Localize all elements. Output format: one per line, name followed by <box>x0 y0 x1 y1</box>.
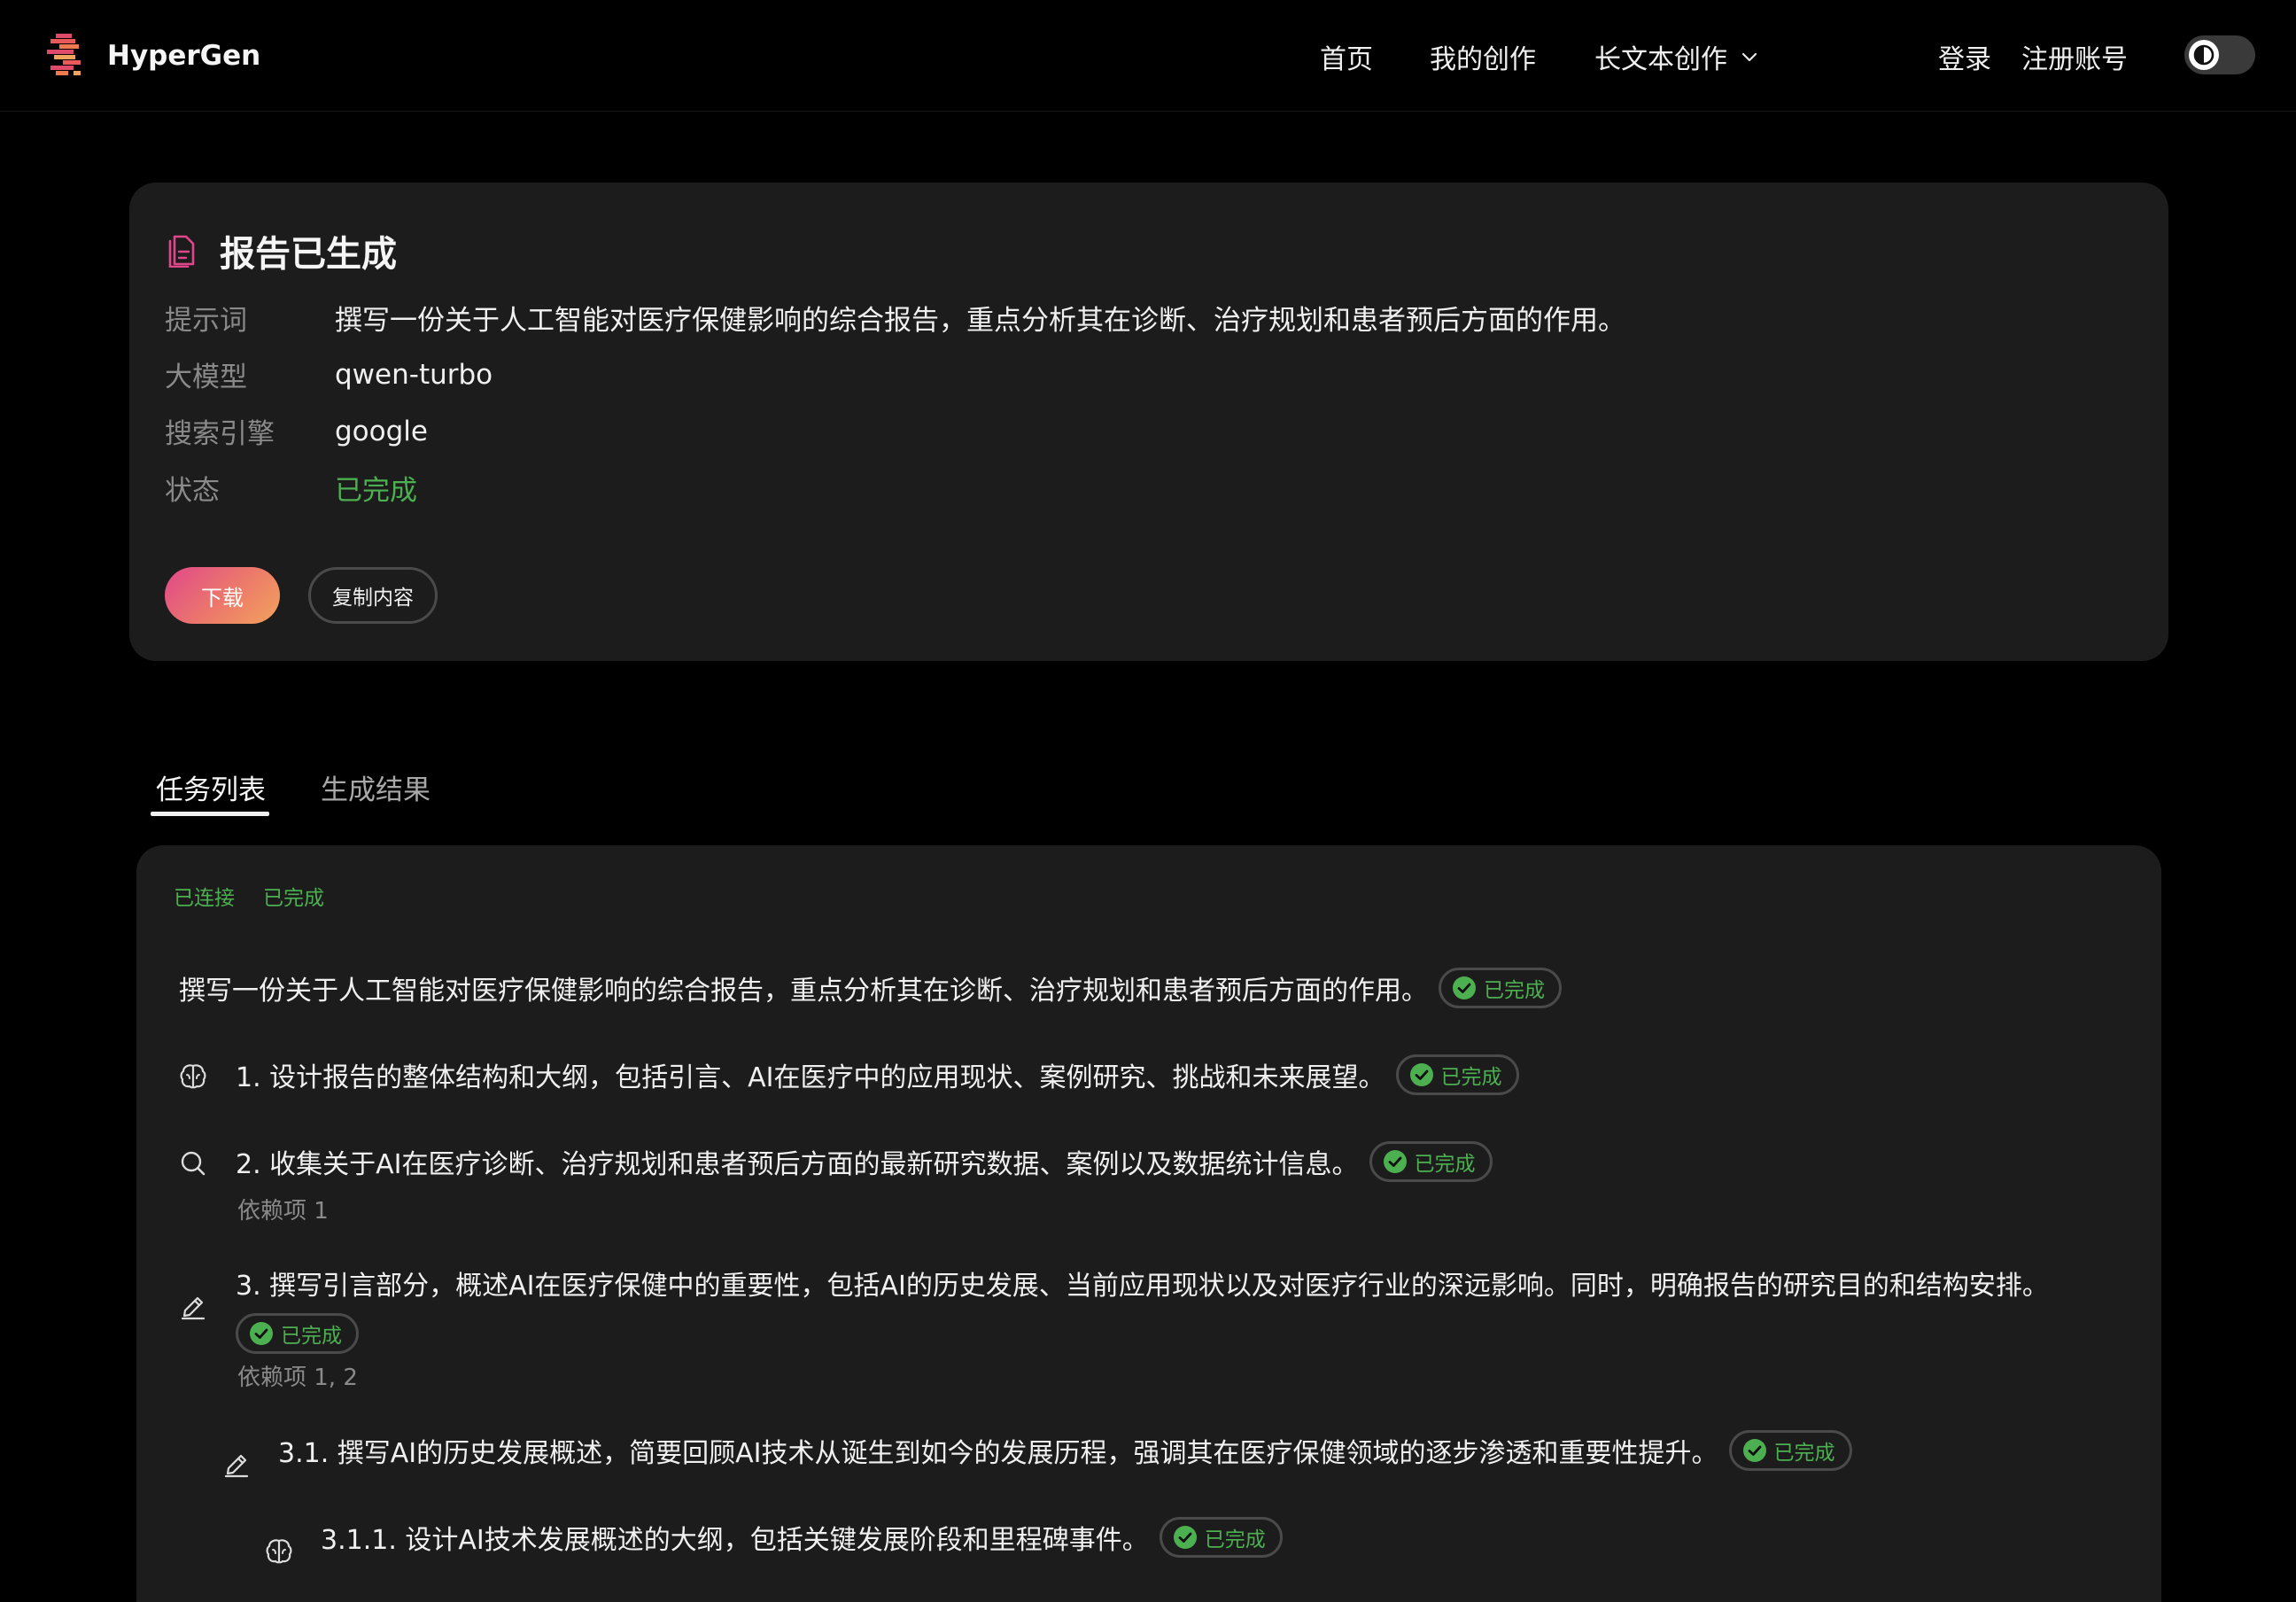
check-circle-icon <box>1383 1150 1407 1173</box>
meta-label: 提示词 <box>165 305 247 337</box>
document-icon <box>168 235 195 268</box>
task-text: 1. 设计报告的整体结构和大纲，包括引言、AI在医疗中的应用现状、案例研究、挑战… <box>236 1062 1385 1093</box>
task-item: 1. 设计报告的整体结构和大纲，包括引言、AI在医疗中的应用现状、案例研究、挑战… <box>236 1054 1519 1095</box>
root-task: 撰写一份关于人工智能对医疗保健影响的综合报告，重点分析其在诊断、治疗规划和患者预… <box>179 968 1562 1008</box>
theme-toggle[interactable] <box>2184 35 2255 74</box>
pencil-icon <box>224 1454 249 1478</box>
download-button[interactable]: 下载 <box>165 567 280 624</box>
status-badge: 已完成 <box>1439 968 1562 1008</box>
meta-label: 搜索引擎 <box>165 418 275 450</box>
copy-content-button[interactable]: 复制内容 <box>308 567 438 624</box>
task-item: 3. 撰写引言部分，概述AI在医疗保健中的重要性，包括AI的历史发展、当前应用现… <box>236 1264 2122 1354</box>
meta-value: google <box>335 415 428 447</box>
nav-my-creations[interactable]: 我的创作 <box>1430 37 1536 76</box>
meta-value: 撰写一份关于人工智能对医疗保健影响的综合报告，重点分析其在诊断、治疗规划和患者预… <box>335 305 1625 337</box>
status-badge: 已完成 <box>1728 1430 1852 1471</box>
meta-label: 大模型 <box>165 362 247 393</box>
status-badge: 已完成 <box>236 1313 359 1354</box>
meta-row-prompt: 提示词 撰写一份关于人工智能对医疗保健影响的综合报告，重点分析其在诊断、治疗规划… <box>165 298 1625 338</box>
task-item: 2. 收集关于AI在医疗诊断、治疗规划和患者预后方面的最新研究数据、案例以及数据… <box>236 1141 1493 1182</box>
logo-icon <box>47 34 81 75</box>
signup-link[interactable]: 注册账号 <box>2021 37 2128 76</box>
status-value: 已完成 <box>335 475 417 507</box>
task-item: 3.1.1. 设计AI技术发展概述的大纲，包括关键发展阶段和里程碑事件。 已完成 <box>321 1517 1283 1558</box>
tab-task-list[interactable]: 任务列表 <box>156 767 266 807</box>
status-badge: 已完成 <box>1369 1141 1493 1182</box>
status-badge-label: 已完成 <box>1484 979 1545 1002</box>
status-badge: 已完成 <box>1159 1517 1283 1558</box>
brand[interactable]: HyperGen <box>47 34 260 78</box>
search-icon <box>181 1151 206 1176</box>
status-badge-label: 已完成 <box>1414 1153 1476 1176</box>
active-tab-indicator <box>151 812 269 816</box>
report-card: 报告已生成 提示词 撰写一份关于人工智能对医疗保健影响的综合报告，重点分析其在诊… <box>129 183 2168 661</box>
meta-value: qwen-turbo <box>335 358 493 391</box>
connection-status: 已连接 已完成 <box>174 881 353 911</box>
check-circle-icon <box>1409 1063 1433 1086</box>
top-nav: HyperGen 首页 我的创作 长文本创作 登录 注册账号 <box>0 0 2296 112</box>
meta-row-status: 状态 已完成 <box>165 468 417 508</box>
check-circle-icon <box>1173 1526 1197 1549</box>
page: HyperGen 首页 我的创作 长文本创作 登录 注册账号 报告已生成 提示词… <box>0 0 2296 1602</box>
status-badge: 已完成 <box>1395 1054 1519 1095</box>
task-item: 3.1. 撰写AI的历史发展概述，简要回顾AI技术从诞生到如今的发展历程，强调其… <box>278 1430 1852 1471</box>
pencil-icon <box>181 1296 206 1320</box>
check-circle-icon <box>1742 1439 1766 1462</box>
task-text: 2. 收集关于AI在医疗诊断、治疗规划和患者预后方面的最新研究数据、案例以及数据… <box>236 1149 1359 1180</box>
nav-long-text-label: 长文本创作 <box>1594 44 1727 75</box>
task-panel: 已连接 已完成 撰写一份关于人工智能对医疗保健影响的综合报告，重点分析其在诊断、… <box>136 845 2161 1602</box>
brain-icon <box>266 1539 292 1564</box>
brain-icon <box>180 1064 206 1089</box>
task-text: 撰写一份关于人工智能对医疗保健影响的综合报告，重点分析其在诊断、治疗规划和患者预… <box>179 976 1428 1007</box>
check-circle-icon <box>1453 976 1476 999</box>
task-dependencies: 依赖项 1, 2 <box>237 1365 358 1391</box>
report-title-text: 报告已生成 <box>220 234 397 275</box>
status-badge-label: 已完成 <box>1440 1066 1502 1089</box>
login-link[interactable]: 登录 <box>1938 37 1991 76</box>
nav-long-text-dropdown[interactable]: 长文本创作 <box>1594 37 1759 76</box>
nav-home[interactable]: 首页 <box>1320 37 1373 76</box>
task-text: 3.1.1. 设计AI技术发展概述的大纲，包括关键发展阶段和里程碑事件。 <box>321 1525 1149 1556</box>
meta-label: 状态 <box>165 475 220 507</box>
meta-row-search-engine: 搜索引擎 google <box>165 411 428 451</box>
status-badge-label: 已完成 <box>1773 1442 1835 1465</box>
tab-results[interactable]: 生成结果 <box>321 767 430 807</box>
report-title: 报告已生成 <box>167 225 397 276</box>
toggle-knob <box>2189 40 2219 70</box>
status-tag-completed: 已完成 <box>263 887 324 910</box>
task-dependencies: 依赖项 1 <box>237 1198 329 1225</box>
chevron-down-icon <box>1741 52 1757 62</box>
status-badge-label: 已完成 <box>1204 1528 1266 1551</box>
meta-row-model: 大模型 qwen-turbo <box>165 354 493 394</box>
task-text: 3.1. 撰写AI的历史发展概述，简要回顾AI技术从诞生到如今的发展历程，强调其… <box>278 1438 1718 1469</box>
status-badge-label: 已完成 <box>281 1325 342 1348</box>
status-tag-connected: 已连接 <box>174 887 235 910</box>
brand-name: HyperGen <box>107 40 261 72</box>
moon-icon <box>2193 44 2215 66</box>
check-circle-icon <box>250 1322 273 1345</box>
task-text: 3. 撰写引言部分，概述AI在医疗保健中的重要性，包括AI的历史发展、当前应用现… <box>236 1271 2049 1302</box>
